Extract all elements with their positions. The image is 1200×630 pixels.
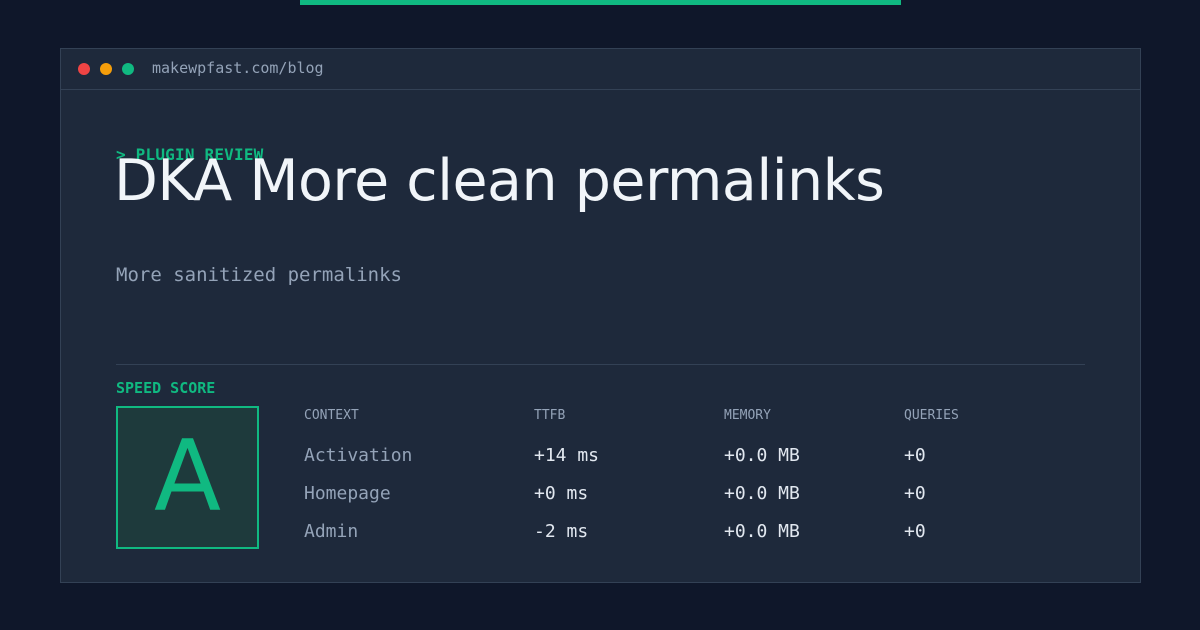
column-header-ttfb: TTFB (534, 408, 566, 423)
row-admin-ttfb: -2 ms (534, 521, 589, 542)
page-subtitle: More sanitized permalinks (116, 264, 402, 286)
browser-window: makewpfast.com/blog > PLUGIN REVIEW DKA … (60, 48, 1141, 583)
row-admin-memory: +0.0 MB (724, 521, 800, 542)
column-header-memory: MEMORY (724, 408, 771, 423)
maximize-dot-icon (122, 63, 134, 75)
row-activation-queries: +0 (904, 445, 926, 466)
close-dot-icon (78, 63, 90, 75)
row-activation-context: Activation (304, 445, 413, 466)
speed-score-label: SPEED SCORE (116, 379, 216, 397)
section-divider (116, 364, 1085, 365)
row-admin-context: Admin (304, 521, 359, 542)
page-title: DKA More clean permalinks (114, 148, 885, 214)
top-accent-bar (300, 0, 901, 5)
row-activation-ttfb: +14 ms (534, 445, 600, 466)
window-titlebar: makewpfast.com/blog (61, 49, 1140, 90)
url-text: makewpfast.com/blog (152, 59, 324, 77)
grade-letter: A (153, 420, 222, 534)
row-homepage-memory: +0.0 MB (724, 483, 800, 504)
column-header-queries: QUERIES (904, 408, 959, 423)
minimize-dot-icon (100, 63, 112, 75)
row-homepage-ttfb: +0 ms (534, 483, 589, 504)
column-header-context: CONTEXT (304, 408, 359, 423)
row-admin-queries: +0 (904, 521, 926, 542)
row-homepage-queries: +0 (904, 483, 926, 504)
row-activation-memory: +0.0 MB (724, 445, 800, 466)
row-homepage-context: Homepage (304, 483, 391, 504)
grade-badge: A (116, 406, 259, 549)
